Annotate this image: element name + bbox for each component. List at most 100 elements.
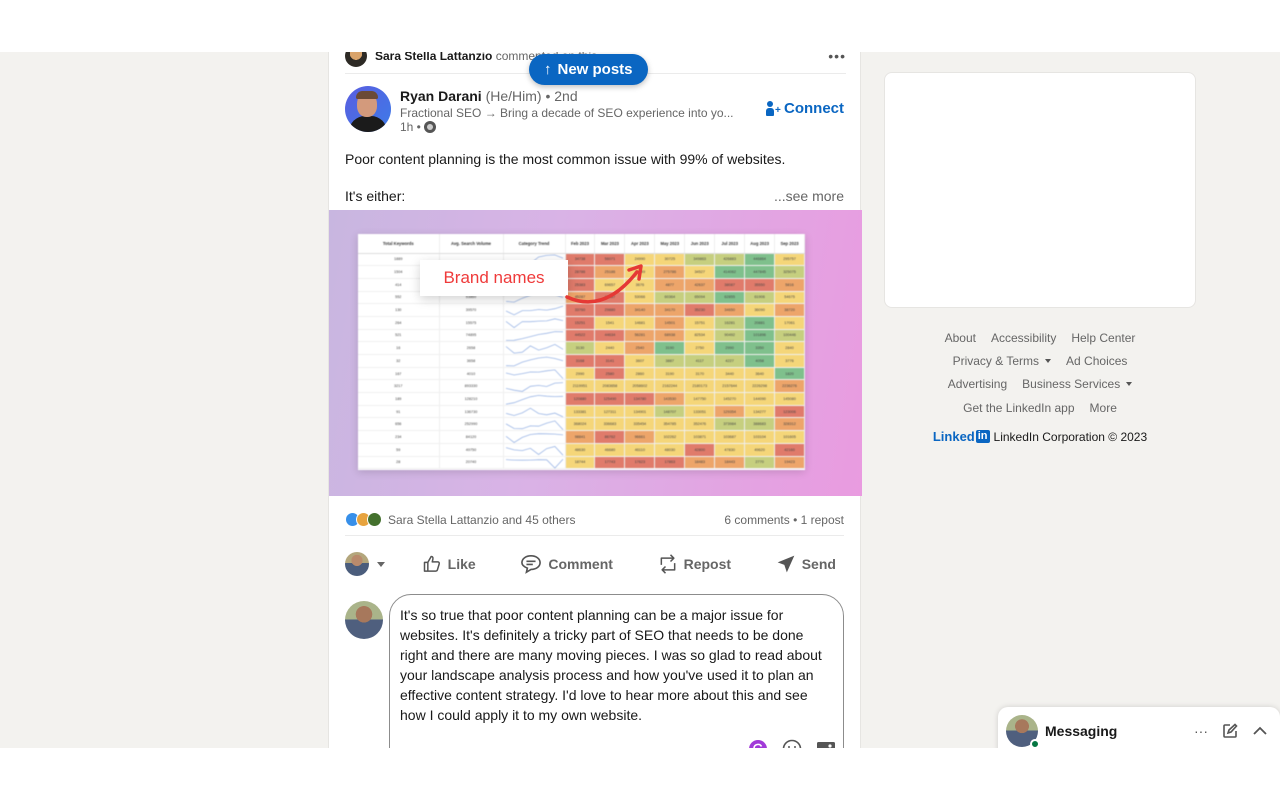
heatmap-cell: 96661	[624, 430, 656, 444]
commenter-avatar[interactable]	[345, 52, 367, 67]
footer-link-help-center[interactable]: Help Center	[1071, 331, 1135, 345]
table-row: 234 84120 98841 86762 96661 102262 103871 10368…	[358, 430, 805, 444]
heatmap-cell: 17863	[654, 456, 686, 470]
heatmap-cell: 38087	[714, 278, 746, 292]
author-headline: Fractional SEO → Bring a decade of SEO e…	[400, 106, 734, 120]
caret-down-icon	[1126, 382, 1133, 387]
heatmap-cell: 48030	[654, 443, 686, 457]
repost-label: Repost	[683, 556, 732, 572]
see-more-link[interactable]: ...see more	[774, 187, 844, 205]
heatmap-cell: 18483	[684, 456, 716, 470]
table-header: Avg. Search Volume	[439, 234, 504, 254]
table-cell: 3658	[439, 354, 504, 368]
author-name[interactable]: Ryan Darani	[400, 88, 482, 104]
heatmap-cell: 14681	[624, 316, 656, 330]
post-image[interactable]: Total Keywords Avg. Search Volume Category…	[329, 210, 862, 496]
footer-link-accessibility[interactable]: Accessibility	[991, 331, 1056, 345]
heatmap-cell: 42160	[774, 443, 805, 457]
heatmap-cell: 2083658	[594, 379, 626, 394]
send-label: Send	[801, 556, 836, 572]
sparkline	[505, 433, 564, 443]
more-horizontal-icon[interactable]: •••	[828, 52, 846, 64]
table-cell: 32	[358, 354, 440, 368]
heatmap-cell: 3607	[624, 354, 656, 368]
online-status-icon	[1030, 739, 1040, 748]
footer-link-about[interactable]: About	[945, 331, 976, 345]
heatmap-cell: 127311	[594, 405, 626, 419]
heatmap-cell: 1820	[774, 367, 805, 381]
caret-down-icon	[1045, 358, 1052, 363]
comment-input[interactable]: It's so true that poor content planning …	[389, 594, 844, 748]
heatmap-cell: 447845	[744, 265, 776, 279]
footer-link-business-services[interactable]: Business Services	[1022, 377, 1133, 391]
heatmap-cell: 3887	[654, 354, 686, 368]
table-cell: 234	[358, 430, 440, 444]
chevron-up-icon[interactable]	[1252, 723, 1268, 739]
heatmap-cell: 82534	[684, 329, 716, 343]
table-cell: 59	[358, 443, 440, 457]
ai-rewrite-icon[interactable]	[748, 739, 768, 748]
table-row: 59 49750 48630 46680 46110 48030 42800 47830 496…	[358, 443, 805, 457]
post-actions: Like Comment Repost Send	[345, 540, 844, 588]
connect-button[interactable]: + Connect	[766, 100, 844, 117]
heatmap-cell: 144090	[744, 392, 776, 406]
heatmap-cell: 2226298	[744, 379, 776, 394]
reactions-text: Sara Stella Lattanzio and 45 others	[388, 512, 576, 527]
sparkline	[505, 458, 564, 469]
heatmap-cell: 336683	[594, 417, 626, 432]
heatmap-cell: 352476	[684, 417, 716, 432]
repost-button[interactable]: Repost	[650, 553, 739, 575]
image-icon[interactable]	[816, 739, 836, 748]
reactions-summary[interactable]: Sara Stella Lattanzio and 45 others	[345, 512, 575, 527]
heatmap-cell: 148707	[654, 405, 686, 419]
heatmap-cell: 388683	[744, 417, 776, 432]
like-button[interactable]: Like	[414, 554, 484, 574]
new-posts-button[interactable]: ↑ New posts	[529, 54, 648, 85]
heatmap-cell: 15751	[684, 316, 716, 330]
context-actor[interactable]: Sara Stella Lattanzio	[375, 52, 492, 63]
current-user-avatar[interactable]	[345, 601, 383, 639]
heatmap-cell: 129354	[714, 405, 746, 419]
heatmap-cell: 46110	[624, 443, 656, 457]
heatmap-cell: 42637	[684, 278, 716, 292]
heatmap-cell: 2119951	[565, 379, 596, 394]
repost-icon	[660, 554, 676, 574]
heatmap-cell: 3640	[744, 367, 776, 381]
heatmap-cell: 143530	[654, 392, 686, 406]
more-horizontal-icon[interactable]: ···	[1194, 723, 1208, 739]
comment-button[interactable]: Comment	[512, 554, 621, 574]
heatmap-cell: 20881	[744, 316, 776, 330]
heatmap-cell: 103104	[744, 430, 776, 444]
heatmap-cell: 19423	[774, 456, 805, 470]
comments-reposts-count[interactable]: 6 comments • 1 repost	[724, 513, 844, 527]
footer-link-get-app[interactable]: Get the LinkedIn app	[963, 401, 1074, 415]
send-button[interactable]: Send	[768, 554, 844, 574]
author-avatar[interactable]	[345, 86, 391, 132]
emoji-icon[interactable]	[782, 739, 802, 748]
logo-in-box: in	[975, 430, 990, 444]
heatmap-cell: 123006	[774, 405, 805, 419]
footer-link-ad-choices[interactable]: Ad Choices	[1066, 354, 1127, 368]
footer-links: About Accessibility Help Center Privacy …	[884, 326, 1196, 445]
heatmap-cell: 4227	[714, 354, 746, 368]
messaging-bar[interactable]: Messaging ···	[998, 707, 1280, 748]
heatmap-cell: 2990	[565, 367, 596, 381]
sparkline	[505, 305, 564, 316]
footer-link-more[interactable]: More	[1090, 401, 1117, 415]
heatmap-cell: 98841	[565, 430, 596, 444]
compose-icon[interactable]	[1222, 723, 1238, 739]
heatmap-cell: 134780	[624, 392, 656, 406]
heatmap-cell: 125490	[594, 392, 626, 406]
footer-link-privacy-terms[interactable]: Privacy & Terms	[953, 354, 1052, 368]
footer-link-advertising[interactable]: Advertising	[948, 377, 1007, 391]
messaging-avatar	[1006, 715, 1040, 748]
table-cell: 128210	[439, 392, 504, 406]
heatmap-cell: 5816	[774, 278, 805, 292]
curved-arrow-icon	[565, 264, 643, 304]
reaction-identity-selector[interactable]	[345, 552, 385, 576]
heatmap-cell: 328312	[774, 417, 805, 432]
heatmap-cell: 2440	[594, 341, 626, 355]
send-icon	[777, 555, 795, 573]
heatmap-cell: 17743	[594, 456, 626, 470]
table-header: Category Trend	[503, 234, 566, 254]
